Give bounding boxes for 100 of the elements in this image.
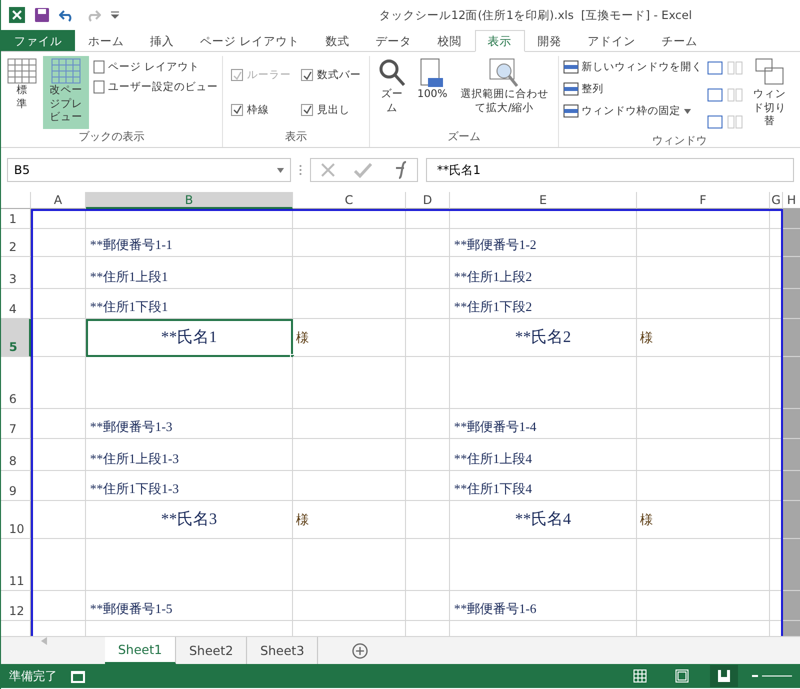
customize-caret-icon	[111, 11, 119, 19]
zoom-button[interactable]: 選択範囲に合わせて拡大/縮小	[455, 56, 554, 129]
scroll-left-icon	[41, 637, 47, 645]
column-header[interactable]: A	[31, 192, 86, 209]
sheet-tab[interactable]: Sheet1	[105, 637, 176, 664]
zoom-button[interactable]: ズーム	[374, 56, 410, 129]
table-cell	[406, 229, 450, 257]
column-header[interactable]: C	[293, 192, 406, 209]
dropdown-caret-icon	[277, 168, 284, 172]
row-header[interactable]: 9	[1, 471, 31, 501]
formula-field[interactable]: **氏名1	[426, 158, 794, 182]
window-option-button[interactable]: 整列	[562, 82, 703, 96]
column-header[interactable]: E	[450, 192, 637, 209]
table-cell	[31, 539, 86, 591]
window-option-button[interactable]: ウィンドウ枠の固定	[562, 104, 703, 118]
view-button[interactable]: 標準	[5, 56, 39, 129]
table-cell	[31, 319, 86, 357]
side-by-side-icon	[726, 115, 743, 129]
check-icon	[302, 70, 312, 80]
column-header[interactable]: H	[783, 192, 800, 209]
outside-print-area	[783, 209, 800, 229]
column-header[interactable]: G	[770, 192, 783, 209]
table-cell	[406, 591, 450, 621]
row-header[interactable]: 1	[1, 209, 31, 229]
table-cell	[31, 257, 86, 289]
view-button[interactable]: 改ページプレビュー	[43, 56, 89, 129]
cancel-icon	[320, 162, 336, 178]
zoom-button[interactable]: 100%	[414, 56, 452, 129]
page-100-icon	[420, 58, 444, 88]
table-cell	[406, 357, 450, 409]
table-cell	[406, 539, 450, 591]
side-by-side-icon	[726, 88, 743, 102]
side-by-side-icon	[726, 61, 743, 75]
name-box[interactable]: B5	[7, 158, 291, 182]
row-header[interactable]: 11	[1, 539, 31, 591]
row-header[interactable]: 4	[1, 289, 31, 319]
outside-print-area	[783, 319, 800, 357]
row-header[interactable]: 8	[1, 439, 31, 471]
show-checkbox[interactable]: 数式バー	[301, 64, 361, 86]
window-icon	[562, 82, 579, 96]
row-header[interactable]: 7	[1, 409, 31, 439]
table-cell	[31, 439, 86, 471]
window-title: タックシール12面(住所1を印刷).xls [互換モード] - Excel	[378, 8, 693, 22]
view-option-button[interactable]: ページ レイアウト	[93, 60, 218, 74]
column-header[interactable]: B	[86, 192, 293, 209]
group-label: ズーム	[446, 129, 482, 145]
drag-handle-icon	[299, 164, 302, 176]
enter-check-icon	[354, 162, 372, 178]
caret-icon	[684, 108, 691, 114]
view-toggle-button[interactable]	[710, 665, 738, 687]
group-label: ブックの表示	[78, 129, 146, 145]
check-icon	[302, 105, 312, 114]
row-header[interactable]: 2	[1, 229, 31, 257]
table-cell	[406, 319, 450, 357]
ribbon-tab[interactable]: 表示	[474, 30, 525, 52]
view-option-button[interactable]: ユーザー設定のビュー	[93, 80, 218, 94]
magnifier-icon	[378, 58, 406, 88]
save-icon	[35, 8, 49, 22]
table-cell	[31, 229, 86, 257]
column-header[interactable]: F	[637, 192, 770, 209]
table-cell	[31, 591, 86, 621]
group-label: ウィンドウ	[650, 133, 708, 148]
table-cell	[406, 409, 450, 439]
row-header[interactable]: 6	[1, 357, 31, 409]
show-checkbox[interactable]: 見出し	[301, 98, 361, 121]
window-option-button[interactable]: 新しいウィンドウを開く	[562, 60, 703, 74]
table-cell	[406, 439, 450, 471]
row-header[interactable]: 10	[1, 501, 31, 539]
zoom-selection-icon	[489, 58, 520, 88]
grid-icon	[7, 58, 37, 84]
ribbon-tab[interactable]: ファイル	[1, 30, 75, 51]
add-sheet-icon	[352, 642, 368, 658]
outside-print-area	[783, 257, 800, 289]
outside-print-area	[783, 229, 800, 257]
table-cell	[31, 289, 86, 319]
table-cell	[406, 471, 450, 501]
switch-window-button[interactable]: ウィンド切り替	[746, 56, 793, 133]
page-icon	[93, 60, 105, 74]
outside-print-area	[783, 471, 800, 501]
check-icon	[232, 70, 242, 80]
outside-print-area	[783, 439, 800, 471]
table-cell	[406, 289, 450, 319]
table-cell: **氏名1	[86, 319, 293, 357]
table-cell	[31, 357, 86, 409]
page-break-view-icon	[717, 669, 731, 683]
row-header[interactable]: 12	[1, 591, 31, 621]
normal-view-icon	[633, 669, 647, 683]
show-checkbox[interactable]: 枠線	[231, 98, 291, 121]
row-header[interactable]: 3	[1, 257, 31, 289]
excel-logo-icon	[9, 7, 25, 23]
column-header[interactable]: D	[406, 192, 450, 209]
check-icon	[232, 105, 242, 114]
table-cell	[31, 409, 86, 439]
page-layout-view-icon	[675, 669, 689, 683]
split-window-icon	[706, 88, 723, 102]
status-text: 準備完了	[9, 668, 57, 684]
table-cell	[406, 501, 450, 539]
outside-print-area	[783, 501, 800, 539]
macro-record-icon	[71, 669, 85, 683]
row-header[interactable]: 5	[1, 319, 31, 357]
